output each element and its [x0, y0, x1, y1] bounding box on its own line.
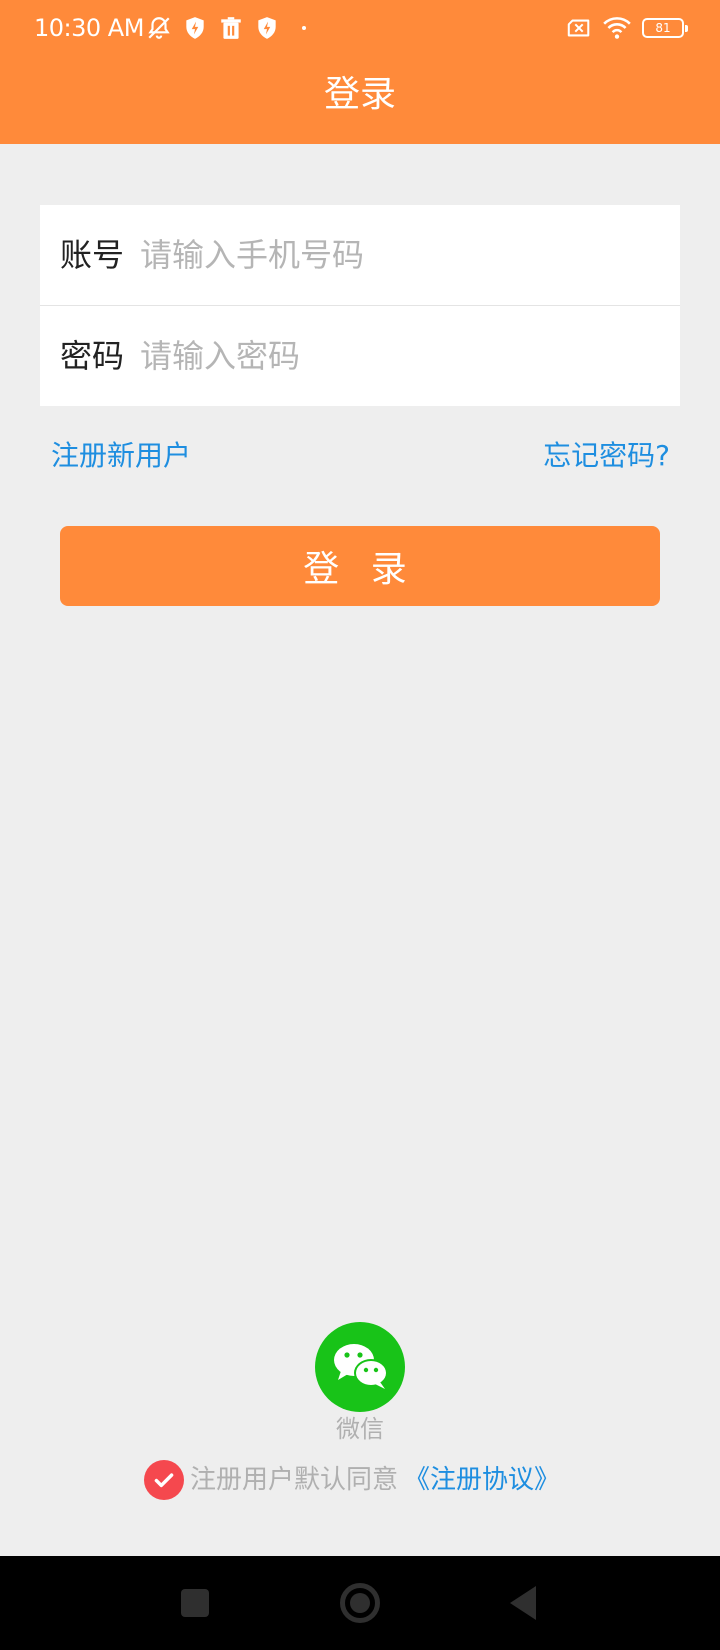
- shield-icon: [186, 17, 204, 39]
- back-button[interactable]: [478, 1556, 568, 1650]
- register-link[interactable]: 注册新用户: [51, 436, 191, 476]
- app-bar: 登录: [0, 56, 720, 144]
- home-icon-inner: [350, 1593, 370, 1613]
- account-row: 账号: [40, 205, 680, 305]
- status-time: 10:30 AM: [34, 14, 144, 42]
- notification-dot: [302, 26, 306, 30]
- muted-bell-icon: [148, 17, 170, 39]
- battery-level: 81: [655, 21, 671, 35]
- sim-x-icon: [567, 19, 590, 37]
- back-icon: [510, 1586, 536, 1620]
- battery-icon: 81: [642, 18, 688, 38]
- wechat-icon: [334, 1344, 388, 1389]
- account-label: 账号: [60, 236, 125, 274]
- status-icons-right: 81: [566, 14, 688, 42]
- password-row: 密码: [40, 306, 680, 406]
- login-button[interactable]: 登 录: [60, 526, 660, 606]
- navigation-bar: [0, 1556, 720, 1650]
- password-input[interactable]: [140, 326, 660, 386]
- status-icons-left: [146, 14, 306, 42]
- trash-icon: [221, 17, 241, 39]
- agreement-link[interactable]: 《注册协议》: [404, 1460, 560, 1500]
- recent-apps-button[interactable]: [150, 1556, 240, 1650]
- recent-apps-icon: [181, 1589, 209, 1617]
- password-label: 密码: [60, 337, 125, 375]
- status-bar: 10:30 AM 81: [0, 0, 720, 56]
- account-input[interactable]: [140, 225, 660, 285]
- home-icon: [340, 1583, 380, 1623]
- check-icon: [154, 1473, 174, 1488]
- agree-checkbox[interactable]: [144, 1460, 184, 1500]
- login-form: 账号 密码: [40, 205, 680, 406]
- agreement-row: 注册用户默认同意 《注册协议》: [144, 1460, 560, 1500]
- shield-bolt-icon: [258, 17, 276, 39]
- wifi-icon: [603, 17, 631, 39]
- page-title: 登录: [323, 74, 396, 115]
- wechat-label: 微信: [336, 1415, 384, 1443]
- forgot-password-link[interactable]: 忘记密码?: [543, 436, 670, 476]
- wechat-login-button[interactable]: [315, 1322, 405, 1412]
- agreement-text: 注册用户默认同意: [190, 1465, 399, 1495]
- home-button[interactable]: [315, 1556, 405, 1650]
